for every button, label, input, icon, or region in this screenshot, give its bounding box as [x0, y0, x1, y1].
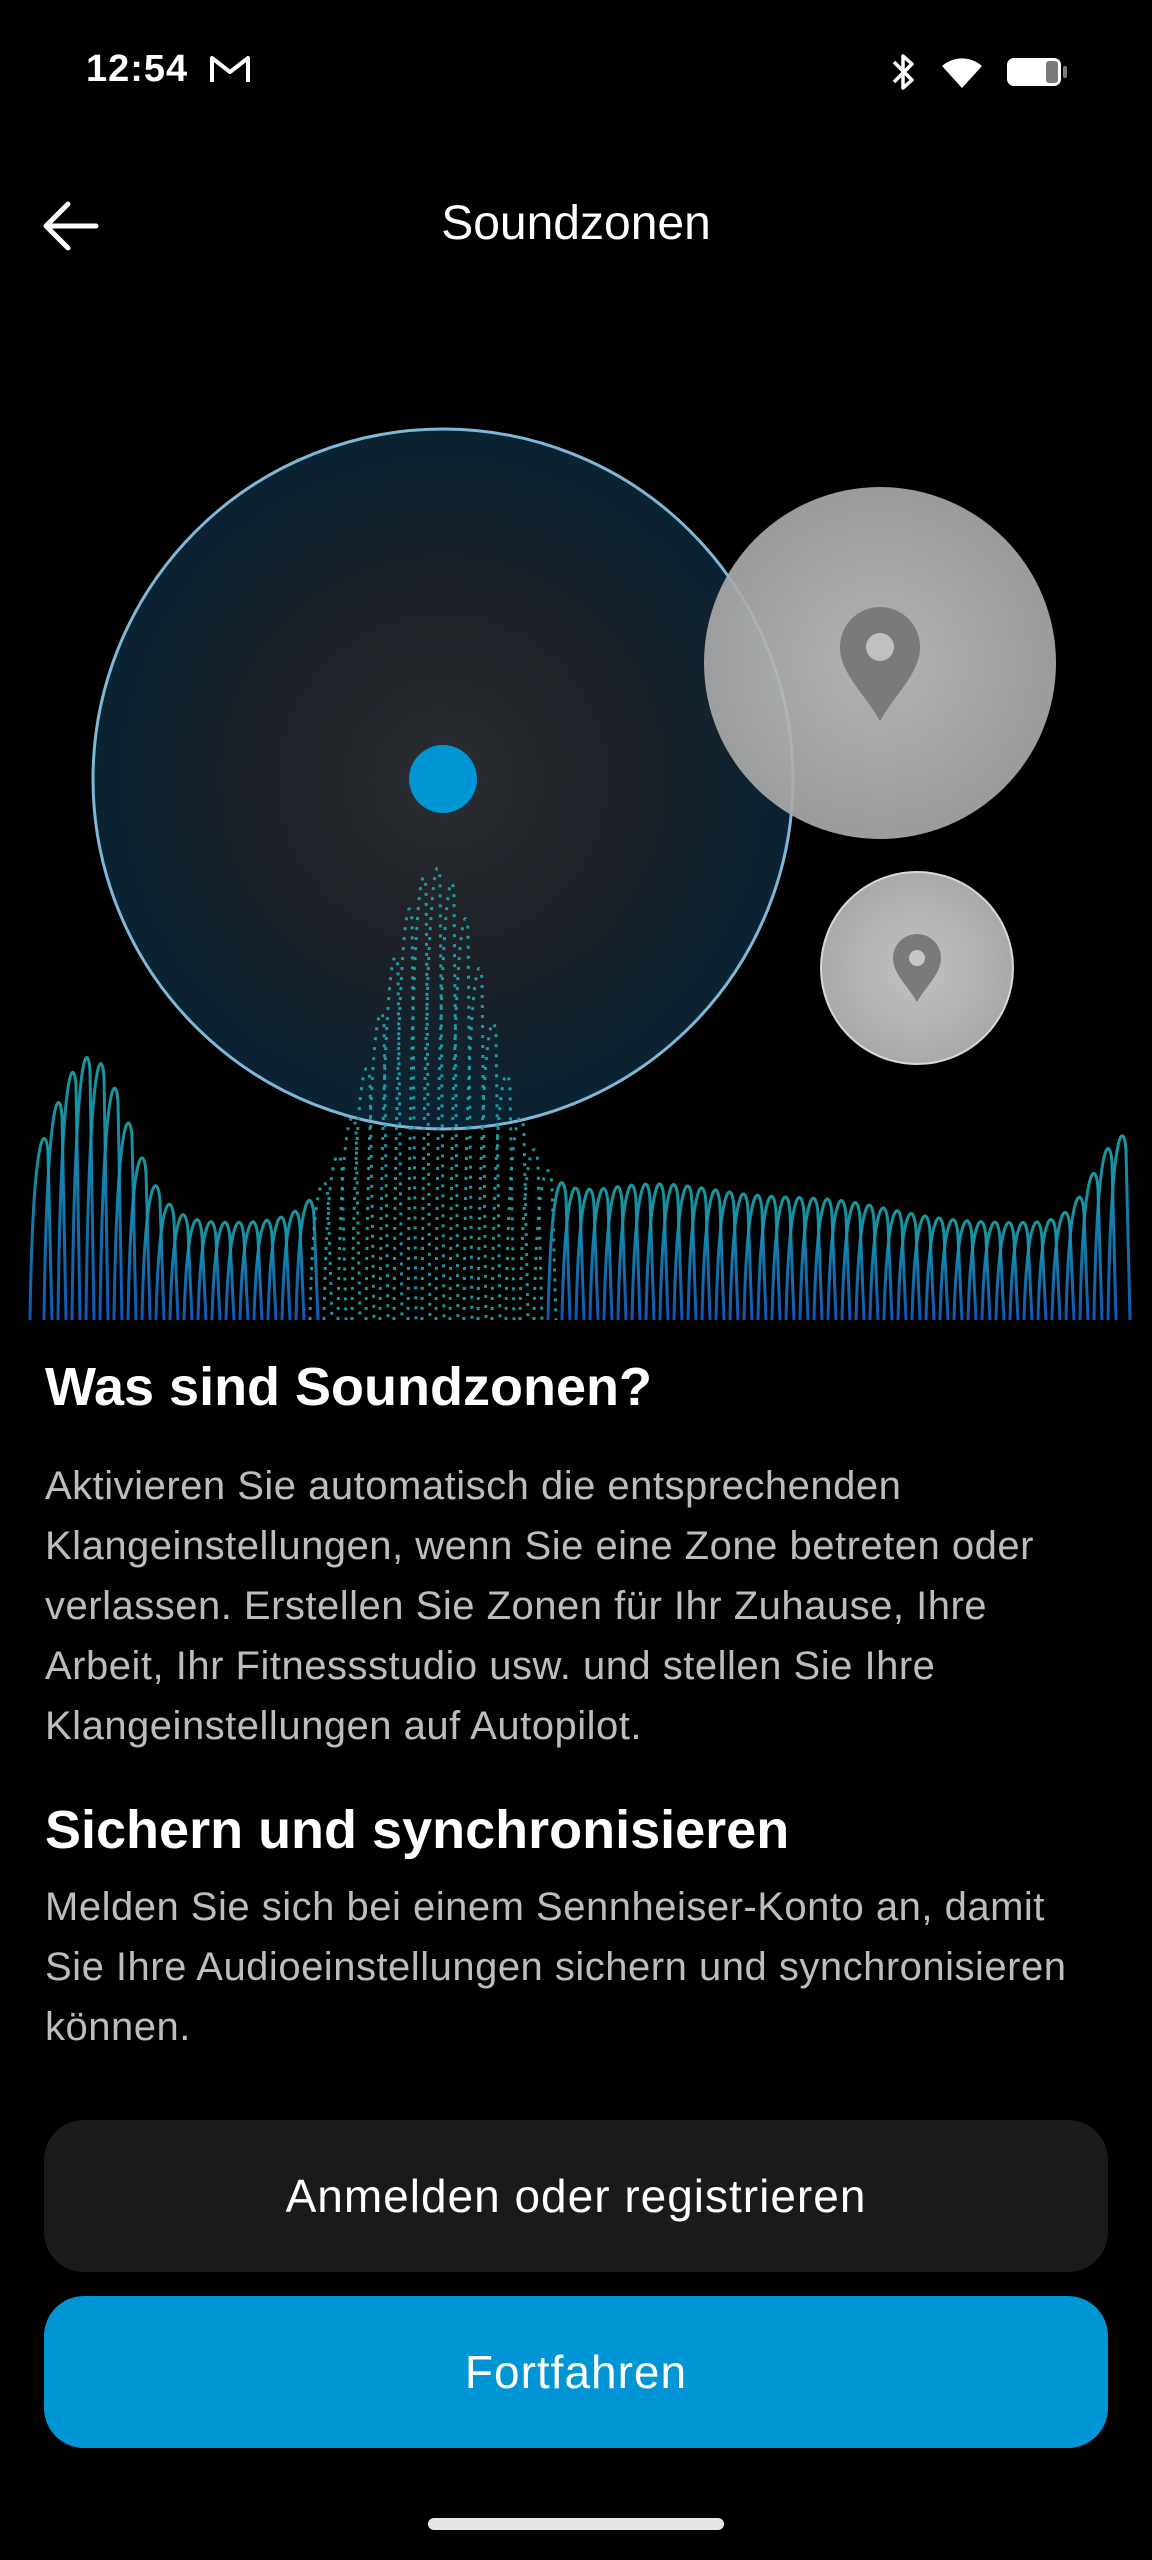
content: Was sind Soundzonen? Aktivieren Sie auto… [45, 1355, 1107, 2057]
section-heading-sync: Sichern und synchronisieren [45, 1799, 790, 1860]
gmail-icon [210, 56, 250, 82]
status-time: 12:54 [86, 48, 189, 90]
continue-button[interactable]: Fortfahren [44, 2296, 1108, 2448]
bluetooth-icon [892, 54, 914, 90]
section-heading-soundzones: Was sind Soundzonen? [45, 1357, 652, 1417]
login-register-button[interactable]: Anmelden oder registrieren [44, 2120, 1108, 2272]
current-location-dot [409, 745, 477, 813]
status-bar: 12:54 [0, 0, 1152, 150]
system-icons [890, 52, 1068, 92]
soundzone-illustration [28, 427, 1132, 1321]
section-body-sync: Melden Sie sich bei einem Sennheiser-Kon… [45, 1884, 1067, 2049]
wifi-icon [942, 58, 982, 88]
home-indicator[interactable] [428, 2518, 724, 2530]
page-title: Soundzonen [441, 197, 711, 250]
battery-icon [1007, 58, 1067, 86]
app-header: Soundzonen [0, 170, 1152, 280]
section-body-soundzones: Aktivieren Sie automatisch die entsprech… [45, 1463, 1034, 1748]
